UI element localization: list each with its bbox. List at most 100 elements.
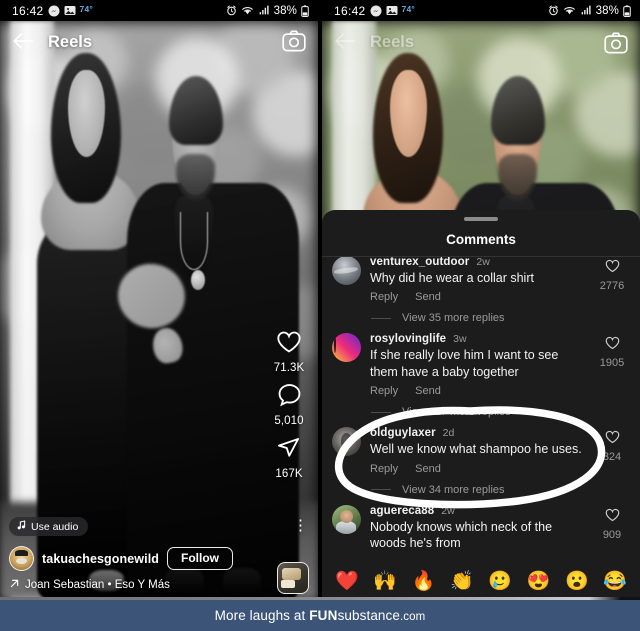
view-replies-row[interactable]: View 35 more replies [371,312,630,324]
heart-icon[interactable] [605,259,620,278]
comment-username[interactable]: oldguylaxer [370,427,436,439]
reply-divider-line [371,317,391,319]
comment-like-count: 1905 [599,357,625,370]
comment-username[interactable]: aguereca88 [370,505,434,517]
reply-button[interactable]: Reply [370,291,398,303]
heart-icon[interactable] [605,336,620,355]
comment-username[interactable]: rosylovinglife [370,333,446,345]
comment-body: rosylovinglife 3w If she really love him… [370,333,585,397]
man-pendant [190,269,205,290]
emoji-heart-eyes[interactable]: 😍 [527,572,551,591]
comment-actions: Reply Send [370,385,585,397]
heart-icon[interactable] [605,508,620,527]
view-replies-row[interactable]: View 127 more replies [371,406,630,418]
avatar[interactable] [332,504,361,534]
reel-audio-label: Joan Sebastian • Eso Y Más [25,579,170,591]
comment-item[interactable]: venturex_outdoor 2w Why did he wear a co… [332,256,630,304]
wifi-icon [563,5,576,16]
heart-icon[interactable] [276,330,302,359]
share-count: 167K [275,468,303,480]
reels-header: Reels [322,21,640,63]
alarm-icon [548,5,559,16]
comment-actions: Reply Send [370,463,585,475]
follow-button[interactable]: Follow [167,547,234,570]
status-bar-right: 38% [548,5,640,17]
comment-like[interactable]: 1905 [594,333,630,397]
share-icon[interactable] [276,436,301,465]
view-replies-label[interactable]: View 34 more replies [402,484,505,496]
emoji-heart[interactable]: ❤️ [335,572,359,591]
comment-actions: Reply Send [370,291,585,303]
view-replies-label[interactable]: View 127 more replies [402,406,511,418]
like-action[interactable]: 71.3K [274,330,305,374]
comment-action[interactable]: 5,010 [274,383,304,427]
music-note-icon [17,520,26,533]
comment-like-count: 324 [602,451,622,464]
reel-username[interactable]: takuachesgonewild [42,552,159,566]
comment-item[interactable]: aguereca88 2w Nobody knows which neck of… [332,496,630,552]
use-audio-button[interactable]: Use audio [9,517,89,536]
clock-time: 16:42 [334,3,366,18]
back-arrow-icon[interactable] [12,31,34,53]
comment-like[interactable]: 2776 [594,257,630,304]
comment-timestamp: 3w [453,333,467,346]
share-action[interactable]: 167K [275,436,303,480]
comment-count: 5,010 [274,415,304,427]
send-button[interactable]: Send [415,463,441,475]
comment-username[interactable]: venturex_outdoor [370,257,469,268]
watermark-prefix: More laughs at [214,608,310,623]
status-bar-left: 16:42 74° [322,4,415,18]
avatar[interactable] [332,333,361,363]
comment-icon[interactable] [277,383,302,412]
comment-body: aguereca88 2w Nobody knows which neck of… [370,505,585,552]
audio-album-thumbnail[interactable] [277,562,309,594]
comment-item[interactable]: oldguylaxer 2d Well we know what shampoo… [332,418,630,475]
emoji-sad-tear[interactable]: 🥲 [488,572,512,591]
reply-button[interactable]: Reply [370,463,398,475]
back-arrow-icon[interactable] [334,31,356,53]
battery-icon [301,4,309,17]
man-necklace [179,212,209,270]
emoji-surprised[interactable]: 😮 [565,572,589,591]
camera-icon[interactable] [282,30,306,54]
heart-icon[interactable] [605,430,620,449]
emoji-fire[interactable]: 🔥 [412,572,436,591]
emoji-clap[interactable]: 👏 [450,572,474,591]
emoji-laughing[interactable]: 😂 [603,572,627,591]
camera-icon[interactable] [604,32,628,56]
comment-body: venturex_outdoor 2w Why did he wear a co… [370,257,585,304]
weather-temperature: 74° [79,3,93,14]
comment-header: venturex_outdoor 2w [370,257,585,268]
signal-icon [580,5,592,16]
watermark-brand-bold: FUN [309,608,338,623]
photos-icon [386,5,398,16]
reply-button[interactable]: Reply [370,385,398,397]
comments-list[interactable]: venturex_outdoor 2w Why did he wear a co… [322,256,640,566]
photos-icon [64,5,76,16]
alarm-icon [226,5,237,16]
arrow-up-right-icon [9,578,20,592]
avatar[interactable] [9,546,34,571]
comment-item[interactable]: rosylovinglife 3w If she really love him… [332,324,630,397]
comment-like[interactable]: 324 [594,427,630,475]
comment-header: rosylovinglife 3w [370,333,585,345]
reel-video-left[interactable] [0,21,318,600]
reel-audio-row[interactable]: Joan Sebastian • Eso Y Más [9,578,309,592]
reels-header: Reels [0,21,318,63]
status-bar: 16:42 74° 38% [0,0,318,21]
watermark-brand-tld: .com [400,611,426,623]
status-bar-right: 38% [226,5,318,17]
view-replies-label[interactable]: View 35 more replies [402,312,505,324]
view-replies-row[interactable]: View 34 more replies [371,484,630,496]
avatar[interactable] [332,427,361,457]
more-options-icon[interactable]: ⋮ [293,518,308,533]
screenshot-root: 16:42 74° 38% Reels 71.3K 5,010 167K ⋮ U… [0,0,640,631]
send-button[interactable]: Send [415,385,441,397]
send-button[interactable]: Send [415,291,441,303]
reel-author-row: takuachesgonewild Follow [9,546,309,571]
avatar[interactable] [332,256,361,285]
sheet-drag-handle[interactable] [464,217,498,221]
battery-percentage: 38% [273,4,297,17]
emoji-raised-hands[interactable]: 🙌 [373,572,397,591]
comment-like[interactable]: 909 [594,505,630,552]
